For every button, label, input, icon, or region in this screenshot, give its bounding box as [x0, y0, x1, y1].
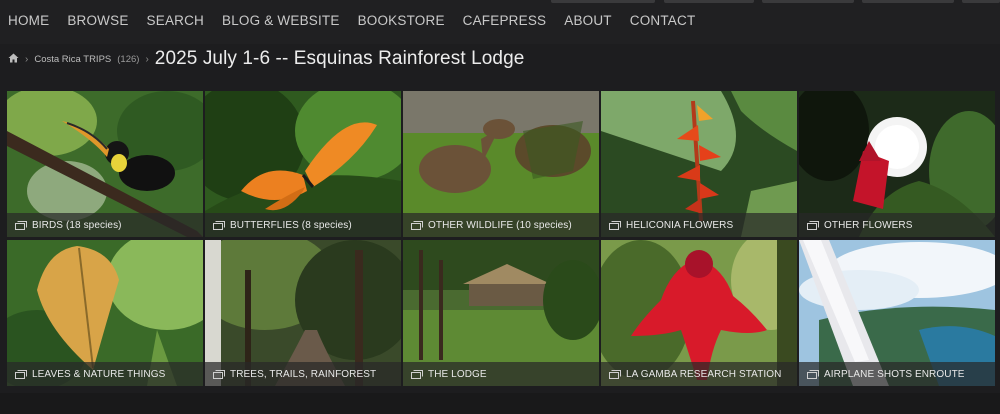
gallery-label: LEAVES & NATURE THINGS [32, 368, 166, 380]
page-title: 2025 July 1-6 -- Esquinas Rainforest Lod… [154, 48, 525, 69]
nav-cafepress[interactable]: CAFEPRESS [463, 13, 547, 33]
gallery-icon [411, 220, 423, 230]
gallery-label: AIRPLANE SHOTS ENROUTE [824, 368, 965, 380]
gallery-tile-other-wildlife[interactable]: OTHER WILDLIFE (10 species) [403, 91, 599, 237]
nav-about[interactable]: ABOUT [564, 13, 612, 33]
nav-browse[interactable]: BROWSE [67, 13, 128, 33]
breadcrumb: › Costa Rica TRIPS (126) › 2025 July 1-6… [8, 46, 524, 72]
gallery-tile-trees-trails[interactable]: TREES, TRAILS, RAINFOREST [205, 240, 401, 386]
gallery-label: TREES, TRAILS, RAINFOREST [230, 368, 377, 380]
header-stub [962, 0, 1000, 3]
gallery-tile-lodge[interactable]: THE LODGE [403, 240, 599, 386]
nav-search[interactable]: SEARCH [147, 13, 204, 33]
gallery-caption: AIRPLANE SHOTS ENROUTE [799, 362, 995, 386]
gallery-icon [213, 369, 225, 379]
nav-blog-website[interactable]: BLOG & WEBSITE [222, 13, 340, 33]
nav-contact[interactable]: CONTACT [630, 13, 696, 33]
main-nav: HOME BROWSE SEARCH BLOG & WEBSITE BOOKST… [0, 13, 705, 33]
gallery-icon [15, 369, 27, 379]
header-stub [551, 0, 655, 3]
gallery-icon [411, 369, 423, 379]
gallery-icon [213, 220, 225, 230]
gallery-label: BIRDS (18 species) [32, 219, 122, 231]
gallery-tile-leaves[interactable]: LEAVES & NATURE THINGS [7, 240, 203, 386]
gallery-tile-la-gamba[interactable]: LA GAMBA RESEARCH STATION [601, 240, 797, 386]
gallery-caption: LA GAMBA RESEARCH STATION [601, 362, 797, 386]
gallery-caption: HELICONIA FLOWERS [601, 213, 797, 237]
nav-bookstore[interactable]: BOOKSTORE [358, 13, 445, 33]
header-stub [862, 0, 954, 3]
gallery-tile-other-flowers[interactable]: OTHER FLOWERS [799, 91, 995, 237]
gallery-icon [15, 220, 27, 230]
breadcrumb-separator-icon: › [145, 53, 149, 65]
breadcrumb-parent-count: (126) [117, 53, 140, 65]
home-icon[interactable] [8, 53, 19, 63]
header-stub [664, 0, 754, 3]
gallery-tile-butterflies[interactable]: BUTTERFLIES (8 species) [205, 91, 401, 237]
breadcrumb-parent-link[interactable]: Costa Rica TRIPS [34, 54, 111, 65]
gallery-caption: OTHER WILDLIFE (10 species) [403, 213, 599, 237]
gallery-caption: TREES, TRAILS, RAINFOREST [205, 362, 401, 386]
bottom-bar [0, 393, 1000, 414]
header-stub [762, 0, 854, 3]
gallery-icon [609, 369, 621, 379]
gallery-label: LA GAMBA RESEARCH STATION [626, 368, 782, 380]
gallery-caption: LEAVES & NATURE THINGS [7, 362, 203, 386]
gallery-label: OTHER FLOWERS [824, 219, 913, 231]
gallery-tile-heliconia[interactable]: HELICONIA FLOWERS [601, 91, 797, 237]
gallery-label: OTHER WILDLIFE (10 species) [428, 219, 572, 231]
gallery-label: BUTTERFLIES (8 species) [230, 219, 352, 231]
gallery-tile-airplane[interactable]: AIRPLANE SHOTS ENROUTE [799, 240, 995, 386]
top-nav-bar: HOME BROWSE SEARCH BLOG & WEBSITE BOOKST… [0, 0, 1000, 44]
gallery-icon [609, 220, 621, 230]
gallery-label: THE LODGE [428, 368, 487, 380]
gallery-icon [807, 369, 819, 379]
gallery-tile-birds[interactable]: BIRDS (18 species) [7, 91, 203, 237]
gallery-icon [807, 220, 819, 230]
breadcrumb-separator-icon: › [25, 53, 29, 65]
nav-home[interactable]: HOME [8, 13, 49, 33]
gallery-caption: BUTTERFLIES (8 species) [205, 213, 401, 237]
gallery-grid: BIRDS (18 species) BUTTERFLIES (8 specie… [7, 91, 996, 386]
gallery-caption: OTHER FLOWERS [799, 213, 995, 237]
gallery-label: HELICONIA FLOWERS [626, 219, 734, 231]
gallery-caption: THE LODGE [403, 362, 599, 386]
gallery-caption: BIRDS (18 species) [7, 213, 203, 237]
